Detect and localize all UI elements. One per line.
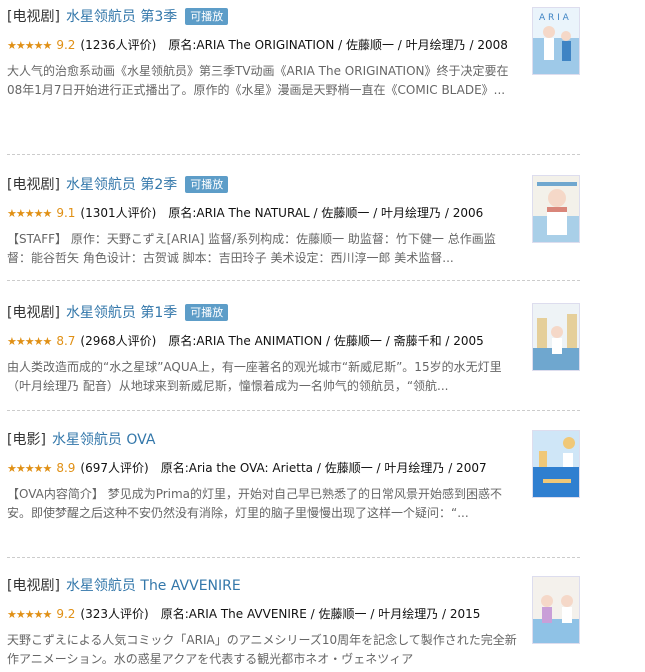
- poster-image-icon: [533, 577, 579, 643]
- result-content: [电视剧] 水星领航员 第1季 可播放 ★★★★★ 8.7 (2968人评价) 原名:AR…: [7, 303, 517, 396]
- rating-stars-icon: ★★★★★: [7, 608, 52, 621]
- result-title-link[interactable]: 水星领航员 OVA: [52, 432, 155, 448]
- result-description: 【OVA内容简介】 梦见成为Prima的灯里，开始对自己早已熟悉了的日常风景开始…: [7, 487, 503, 520]
- result-category: [电视剧]: [7, 9, 60, 25]
- result-title-link[interactable]: 水星领航员 第2季: [66, 177, 177, 193]
- result-description: 【STAFF】 原作：天野こずえ[ARIA] 监督/系列构成：佐藤顺一 助监督：…: [7, 232, 496, 265]
- rating-stars-icon: ★★★★★: [7, 39, 52, 52]
- poster-image-icon: [533, 176, 579, 242]
- result-divider: [7, 410, 580, 411]
- result-meta: ★★★★★ 8.9 (697人评价) 原名:Aria the OVA: Arietta…: [7, 458, 517, 479]
- result-title-link[interactable]: 水星领航员 The AVVENIRE: [66, 578, 241, 594]
- result-info: 原名:ARIA The NATURAL / 佐藤顺一 / 叶月绘理乃 / 200…: [168, 206, 484, 220]
- rating-count: (1301人评价): [80, 206, 157, 220]
- result-meta: ★★★★★ 9.2 (323人评价) 原名:ARIA The AVVENIRE / 佐…: [7, 604, 517, 625]
- svg-text:A R I A: A R I A: [539, 13, 570, 23]
- result-category: [电视剧]: [7, 578, 60, 594]
- result-title-link[interactable]: 水星领航员 第3季: [66, 9, 177, 25]
- result-meta: ★★★★★ 8.7 (2968人评价) 原名:ARIA The ANIMATION /…: [7, 331, 517, 352]
- result-description: 大人气的治愈系动画《水星领航员》第三季TV动画《ARIA The ORIGINA…: [7, 64, 509, 97]
- result-poster[interactable]: [532, 576, 580, 644]
- poster-image-icon: [533, 431, 579, 497]
- result-category: [电影]: [7, 432, 46, 448]
- rating-stars-icon: ★★★★★: [7, 335, 52, 348]
- playable-badge[interactable]: 可播放: [185, 176, 229, 193]
- playable-badge[interactable]: 可播放: [185, 304, 229, 321]
- result-info: 原名:ARIA The AVVENIRE / 佐藤顺一 / 叶月绘理乃 / 20…: [160, 607, 481, 621]
- rating-value: 9.2: [56, 607, 76, 621]
- rating-count: (2968人评价): [80, 334, 157, 348]
- result-category: [电视剧]: [7, 305, 60, 321]
- result-title-line: [电视剧] 水星领航员 第1季 可播放: [7, 303, 517, 323]
- result-divider: [7, 280, 580, 281]
- result-content: [电影] 水星领航员 OVA ★★★★★ 8.9 (697人评价) 原名:Aria th…: [7, 430, 517, 523]
- rating-stars-icon: ★★★★★: [7, 462, 52, 475]
- rating-count: (1236人评价): [80, 38, 157, 52]
- result-description: 由人类改造而成的“水之星球”AQUA上，有一座著名的观光城市“新威尼斯”。15岁…: [7, 360, 502, 393]
- result-divider: [7, 557, 580, 558]
- rating-value: 8.7: [56, 334, 76, 348]
- result-category: [电视剧]: [7, 177, 60, 193]
- poster-image-icon: A R I A: [533, 8, 579, 74]
- result-title-line: [电视剧] 水星领航员 第3季 可播放: [7, 7, 517, 27]
- rating-value: 9.2: [56, 38, 76, 52]
- result-description: 天野こずえによる人気コミック「ARIA」のアニメシリーズ10周年を記念して製作さ…: [7, 633, 517, 666]
- result-content: [电视剧] 水星领航员 The AVVENIRE ★★★★★ 9.2 (323人评价)…: [7, 576, 517, 669]
- rating-value: 9.1: [56, 206, 76, 220]
- result-poster[interactable]: A R I A: [532, 7, 580, 75]
- result-poster[interactable]: [532, 430, 580, 498]
- poster-image-icon: [533, 304, 579, 370]
- result-divider: [7, 154, 580, 155]
- rating-count: (697人评价): [80, 461, 149, 475]
- rating-count: (323人评价): [80, 607, 149, 621]
- result-info: 原名:Aria the OVA: Arietta / 佐藤顺一 / 叶月绘理乃 …: [160, 461, 487, 475]
- result-content: [电视剧] 水星领航员 第2季 可播放 ★★★★★ 9.1 (1301人评价) 原名:AR…: [7, 175, 517, 268]
- rating-value: 8.9: [56, 461, 76, 475]
- result-title-link[interactable]: 水星领航员 第1季: [66, 305, 177, 321]
- result-meta: ★★★★★ 9.1 (1301人评价) 原名:ARIA The NATURAL / 佐…: [7, 203, 517, 224]
- result-poster[interactable]: [532, 175, 580, 243]
- result-title-line: [电视剧] 水星领航员 第2季 可播放: [7, 175, 517, 195]
- result-info: 原名:ARIA The ANIMATION / 佐藤顺一 / 斋藤千和 / 20…: [168, 334, 484, 348]
- result-meta: ★★★★★ 9.2 (1236人评价) 原名:ARIA The ORIGINATION…: [7, 35, 517, 56]
- result-title-line: [电视剧] 水星领航员 The AVVENIRE: [7, 576, 517, 596]
- rating-stars-icon: ★★★★★: [7, 207, 52, 220]
- result-title-line: [电影] 水星领航员 OVA: [7, 430, 517, 450]
- result-info: 原名:ARIA The ORIGINATION / 佐藤顺一 / 叶月绘理乃 /…: [168, 38, 508, 52]
- playable-badge[interactable]: 可播放: [185, 8, 229, 25]
- result-content: [电视剧] 水星领航员 第3季 可播放 ★★★★★ 9.2 (1236人评价) 原名:AR…: [7, 7, 517, 100]
- result-poster[interactable]: [532, 303, 580, 371]
